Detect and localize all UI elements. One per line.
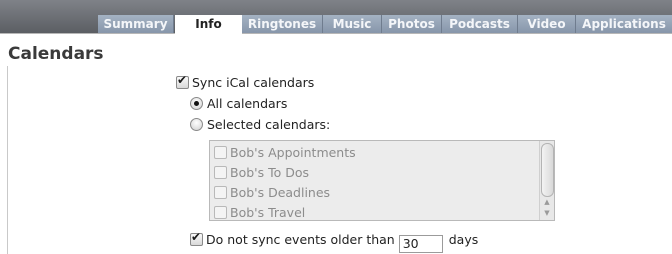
tab-photos[interactable]: Photos [382, 15, 442, 33]
tab-summary[interactable]: Summary [98, 15, 174, 33]
sync-ical-label: Sync iCal calendars [192, 75, 315, 90]
list-item[interactable]: Bob's Travel [214, 205, 305, 220]
list-item[interactable]: Bob's To Dos [214, 165, 309, 180]
tab-info[interactable]: Info [175, 15, 242, 34]
old-events-row: Do not sync events older than days [190, 230, 479, 253]
radio-all-calendars-row[interactable]: All calendars [190, 96, 287, 111]
scroll-down-arrow-icon[interactable]: ▼ [542, 208, 552, 218]
radio-all-calendars-label: All calendars [207, 96, 288, 111]
scrollbar-thumb[interactable] [541, 143, 554, 197]
old-events-label: Do not sync events older than [206, 232, 395, 247]
calendar-checkbox[interactable] [214, 186, 227, 199]
tab-podcasts[interactable]: Podcasts [442, 15, 518, 33]
calendar-checkbox[interactable] [214, 146, 227, 159]
calendar-checkbox[interactable] [214, 206, 227, 219]
radio-selected-calendars-label: Selected calendars: [207, 117, 331, 132]
radio-selected-calendars-row[interactable]: Selected calendars: [190, 117, 330, 132]
radio-selected-calendars[interactable] [190, 118, 203, 131]
calendar-label: Bob's Travel [230, 205, 306, 220]
calendar-label: Bob's Appointments [230, 145, 356, 160]
tab-video[interactable]: Video [518, 15, 576, 33]
tab-bar: Summary Info Ringtones Music Photos Podc… [0, 0, 672, 34]
calendar-label: Bob's To Dos [230, 165, 309, 180]
divider [7, 66, 8, 254]
calendar-list[interactable]: Bob's Appointments Bob's To Dos Bob's De… [209, 140, 555, 221]
section-title: Calendars [8, 44, 104, 64]
tab-ringtones[interactable]: Ringtones [242, 15, 323, 33]
days-input[interactable] [398, 234, 443, 253]
list-scrollbar[interactable]: ▲ ▼ [539, 141, 554, 220]
scroll-up-arrow-icon[interactable]: ▲ [542, 197, 552, 207]
list-item[interactable]: Bob's Deadlines [214, 185, 330, 200]
sync-ical-checkbox[interactable] [176, 73, 189, 89]
tab-applications[interactable]: Applications [576, 15, 672, 33]
calendar-label: Bob's Deadlines [230, 185, 331, 200]
calendar-checkbox[interactable] [214, 166, 227, 179]
days-unit-label: days [448, 232, 479, 247]
list-item[interactable]: Bob's Appointments [214, 145, 356, 160]
tab-music[interactable]: Music [323, 15, 382, 33]
old-events-checkbox[interactable] [190, 230, 203, 246]
sync-ical-row[interactable]: Sync iCal calendars [176, 73, 315, 90]
radio-all-calendars[interactable] [190, 97, 203, 110]
